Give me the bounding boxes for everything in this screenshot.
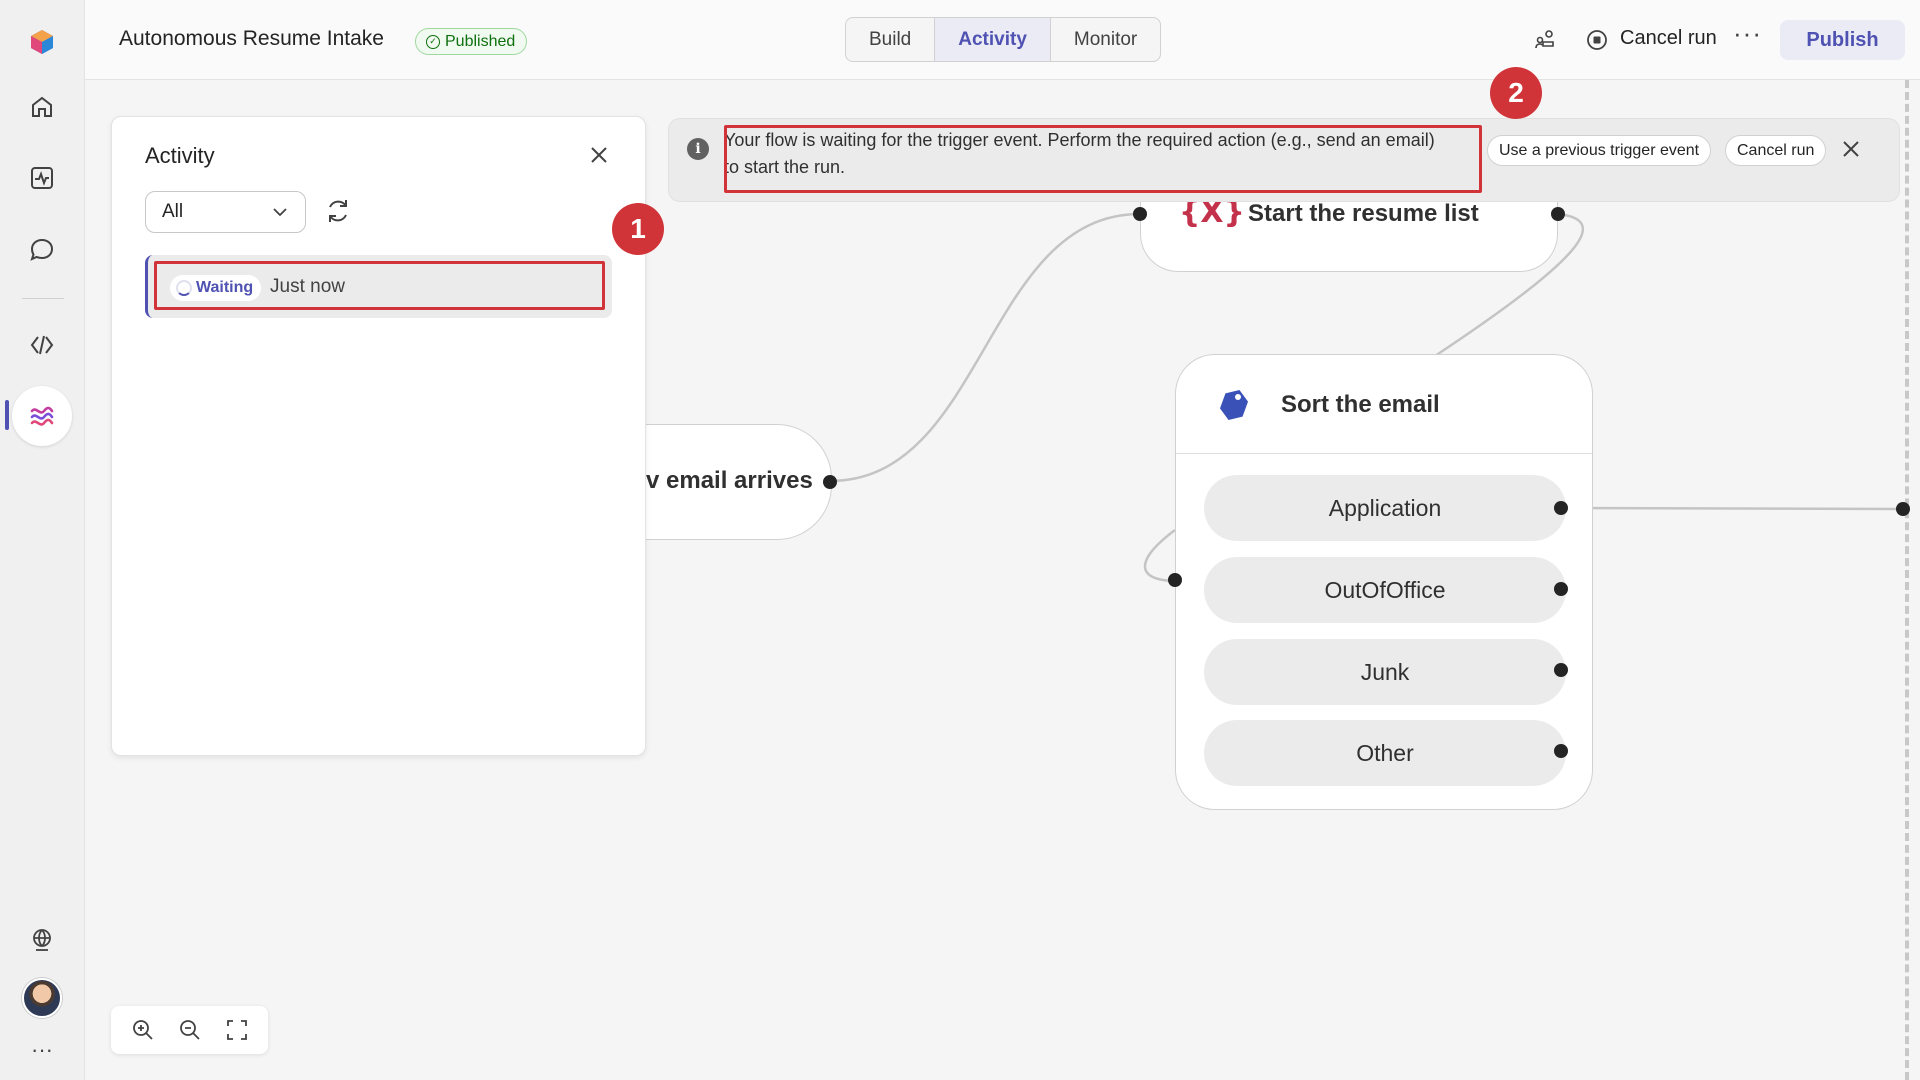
status-filter-value: All — [162, 201, 184, 222]
trigger-output-port[interactable] — [823, 475, 837, 489]
activity-panel: Activity All Waiting Just now — [111, 116, 646, 756]
check-icon: ✓ — [426, 34, 440, 49]
publish-button[interactable]: Publish — [1780, 20, 1905, 60]
next-node-port[interactable] — [1896, 502, 1910, 516]
tag-icon — [1219, 389, 1249, 421]
status-badge-label: Published — [445, 32, 516, 50]
app-logo-icon[interactable] — [14, 14, 70, 70]
canvas-boundary — [1905, 80, 1909, 1080]
app-title: Autonomous Resume Intake — [119, 27, 384, 50]
tab-build[interactable]: Build — [846, 18, 936, 61]
zoom-controls — [111, 1006, 268, 1054]
code-icon[interactable] — [14, 317, 70, 373]
list-input-port[interactable] — [1133, 207, 1147, 221]
chevron-down-icon — [273, 208, 287, 217]
left-rail: ··· — [0, 0, 85, 1080]
callout-badge-1: 1 — [612, 203, 664, 255]
agent-settings-icon[interactable] — [1529, 24, 1561, 56]
stop-icon[interactable] — [1581, 24, 1613, 56]
sort-input-port[interactable] — [1168, 573, 1182, 587]
callout-box-1 — [154, 261, 605, 310]
rail-divider — [22, 298, 64, 299]
activity-icon[interactable] — [14, 150, 70, 206]
sort-email-node[interactable]: Sort the email Application OutOfOffice J… — [1175, 354, 1593, 810]
zoom-in-icon[interactable] — [130, 1017, 156, 1043]
sort-node-label: Sort the email — [1281, 391, 1440, 418]
list-output-port[interactable] — [1551, 207, 1565, 221]
cancel-run-button[interactable]: Cancel run — [1620, 27, 1717, 50]
junk-output-port[interactable] — [1554, 663, 1568, 677]
close-icon[interactable] — [585, 141, 613, 169]
more-icon[interactable]: ··· — [14, 1022, 70, 1078]
status-filter-select[interactable]: All — [145, 191, 306, 233]
top-header: Autonomous Resume Intake ✓ Published Bui… — [85, 0, 1920, 80]
callout-box-2 — [724, 125, 1482, 193]
flows-icon[interactable] — [12, 386, 72, 446]
globe-icon[interactable] — [14, 912, 70, 968]
status-badge: ✓ Published — [415, 28, 528, 55]
branch-junk[interactable]: Junk — [1204, 639, 1566, 705]
sort-node-header: Sort the email — [1176, 355, 1592, 454]
list-node-label: Start the resume list — [1248, 200, 1479, 227]
panel-title: Activity — [145, 143, 215, 168]
callout-badge-2: 2 — [1490, 67, 1542, 119]
chat-icon[interactable] — [14, 222, 70, 278]
refresh-icon[interactable] — [322, 195, 354, 227]
close-icon[interactable] — [1839, 137, 1863, 161]
zoom-out-icon[interactable] — [177, 1017, 203, 1043]
avatar[interactable] — [22, 978, 62, 1018]
branch-application[interactable]: Application — [1204, 475, 1566, 541]
banner-cancel-run-button[interactable]: Cancel run — [1725, 135, 1827, 166]
view-tabs: Build Activity Monitor — [845, 17, 1162, 62]
tab-activity[interactable]: Activity — [935, 18, 1051, 61]
home-icon[interactable] — [14, 79, 70, 135]
branch-other[interactable]: Other — [1204, 720, 1566, 786]
more-options-icon[interactable]: ··· — [1733, 18, 1762, 49]
application-output-port[interactable] — [1554, 501, 1568, 515]
tab-monitor[interactable]: Monitor — [1051, 18, 1160, 61]
branch-outofoffice[interactable]: OutOfOffice — [1204, 557, 1566, 623]
fit-to-screen-icon[interactable] — [224, 1017, 250, 1043]
other-output-port[interactable] — [1554, 744, 1568, 758]
info-icon: i — [687, 138, 709, 160]
outofoffice-output-port[interactable] — [1554, 582, 1568, 596]
trigger-node-label: v email arrives — [646, 467, 813, 494]
use-previous-trigger-button[interactable]: Use a previous trigger event — [1487, 135, 1712, 166]
active-indicator — [5, 400, 9, 430]
